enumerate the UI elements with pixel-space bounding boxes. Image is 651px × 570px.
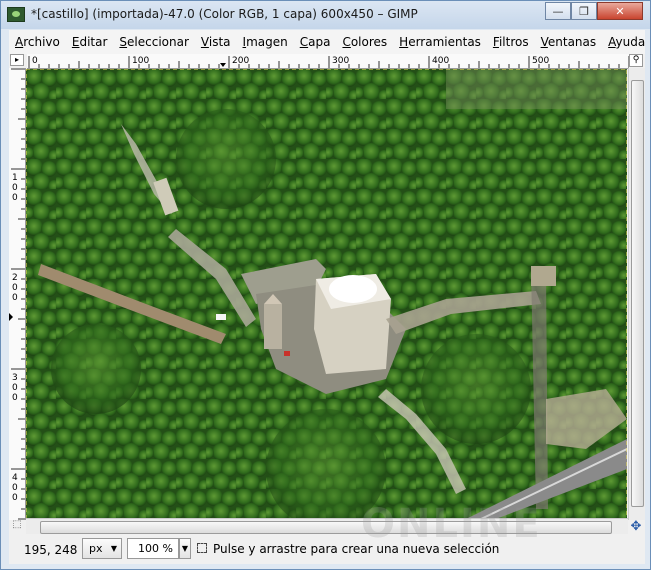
menu-accel-letter: A bbox=[15, 35, 24, 49]
ruler-label: 0 bbox=[12, 183, 18, 193]
menu-accel-letter: C bbox=[299, 35, 309, 49]
unit-select-value: px bbox=[89, 542, 103, 555]
ruler-label: 4 bbox=[12, 473, 18, 483]
unit-select[interactable]: px ▼ bbox=[82, 538, 122, 559]
menu-accel-letter: V bbox=[200, 35, 209, 49]
pointer-marker bbox=[220, 63, 226, 67]
menu-label-rest: rchivo bbox=[23, 35, 60, 49]
ruler-label: 0 bbox=[12, 493, 18, 503]
gimp-app-icon bbox=[7, 7, 25, 22]
menu-label-rest: magen bbox=[246, 35, 288, 49]
menu-accel-letter: H bbox=[399, 35, 409, 49]
menu-item-5[interactable]: Capa bbox=[294, 35, 337, 49]
ruler-label: 400 bbox=[432, 56, 449, 66]
menu-label-rest: ista bbox=[208, 35, 231, 49]
menu-label-rest: apa bbox=[308, 35, 331, 49]
close-button[interactable]: ✕ bbox=[597, 2, 643, 20]
menu-label-rest: ditar bbox=[79, 35, 108, 49]
window-title: *[castillo] (importada)-47.0 (Color RGB,… bbox=[31, 7, 418, 21]
menu-item-10[interactable]: Ayuda bbox=[602, 35, 651, 49]
ruler-label: 200 bbox=[232, 56, 249, 66]
ruler-label: 0 bbox=[12, 193, 18, 203]
ruler-label: 500 bbox=[532, 56, 549, 66]
menu-label-rest: olores bbox=[350, 35, 388, 49]
menu-label-rest: erramientas bbox=[408, 35, 481, 49]
ruler-label: 0 bbox=[12, 283, 18, 293]
ruler-label: 1 bbox=[12, 173, 18, 183]
ruler-label: 0 bbox=[12, 383, 18, 393]
pointer-marker bbox=[9, 313, 13, 321]
menu-accel-letter: C bbox=[342, 35, 351, 49]
menu-label-rest: iltros bbox=[498, 35, 529, 49]
ruler-label: 0 bbox=[12, 483, 18, 493]
ruler-label: 3 bbox=[12, 373, 18, 383]
pointer-coordinates: 195, 248 bbox=[24, 543, 78, 557]
ruler-label: 0 bbox=[12, 393, 18, 403]
menu-item-4[interactable]: Imagen bbox=[237, 35, 294, 49]
menu-label-rest: eleccionar bbox=[127, 35, 189, 49]
zoom-on-resize-icon[interactable]: ⚲ bbox=[629, 54, 643, 67]
image-canvas[interactable] bbox=[26, 69, 627, 519]
menu-item-0[interactable]: Archivo bbox=[9, 35, 66, 49]
menu-item-3[interactable]: Vista bbox=[195, 35, 237, 49]
maximize-button[interactable]: ❐ bbox=[571, 2, 597, 20]
menu-bar: Archivo Editar Seleccionar Vista Imagen Capa C… bbox=[9, 30, 645, 54]
minimize-button[interactable]: — bbox=[545, 2, 571, 20]
ruler-label: 2 bbox=[12, 273, 18, 283]
vertical-scrollbar[interactable] bbox=[628, 68, 645, 520]
image-window-client: ▸ 0 100 200 300 400 500 ⚲ 100200300400 ⬚… bbox=[9, 54, 645, 535]
vertical-ruler[interactable]: 100200300400 bbox=[9, 68, 26, 520]
navigate-icon[interactable]: ✥ bbox=[628, 519, 644, 534]
horizontal-ruler[interactable]: 0 100 200 300 400 500 bbox=[27, 54, 629, 69]
gimp-window: *[castillo] (importada)-47.0 (Color RGB,… bbox=[0, 0, 651, 570]
title-bar[interactable]: *[castillo] (importada)-47.0 (Color RGB,… bbox=[1, 1, 650, 29]
watermark-logo: ONLINE bbox=[361, 501, 542, 547]
status-bar: 195, 248 px ▼ 100 % ▼ Pulse y arrastre p… bbox=[9, 534, 645, 564]
ruler-label: 300 bbox=[332, 56, 349, 66]
ruler-label: 0 bbox=[32, 56, 38, 66]
ruler-label: 100 bbox=[132, 56, 149, 66]
menu-accel-letter: A bbox=[608, 35, 616, 49]
vertical-scroll-thumb[interactable] bbox=[631, 80, 644, 507]
menu-item-7[interactable]: Herramientas bbox=[393, 35, 487, 49]
menu-item-1[interactable]: Editar bbox=[66, 35, 114, 49]
menu-item-6[interactable]: Colores bbox=[336, 35, 393, 49]
menu-item-2[interactable]: Seleccionar bbox=[113, 35, 195, 49]
ruler-label: 0 bbox=[12, 293, 18, 303]
castle-aerial-photo bbox=[26, 69, 627, 519]
rect-select-icon bbox=[197, 543, 207, 553]
menu-accel-letter: S bbox=[119, 35, 128, 49]
zoom-input[interactable]: 100 % bbox=[127, 538, 179, 559]
menu-label-rest: yuda bbox=[615, 35, 646, 49]
menu-accel-letter: V bbox=[540, 35, 548, 49]
ruler-menu-button[interactable]: ▸ bbox=[10, 54, 24, 66]
menu-label-rest: entanas bbox=[547, 35, 597, 49]
quickmask-toggle-icon[interactable]: ⬚ bbox=[9, 519, 25, 534]
zoom-dropdown-button[interactable]: ▼ bbox=[179, 538, 191, 559]
menu-item-8[interactable]: Filtros bbox=[487, 35, 535, 49]
chevron-down-icon: ▼ bbox=[110, 544, 117, 553]
menu-item-9[interactable]: Ventanas bbox=[535, 35, 603, 49]
